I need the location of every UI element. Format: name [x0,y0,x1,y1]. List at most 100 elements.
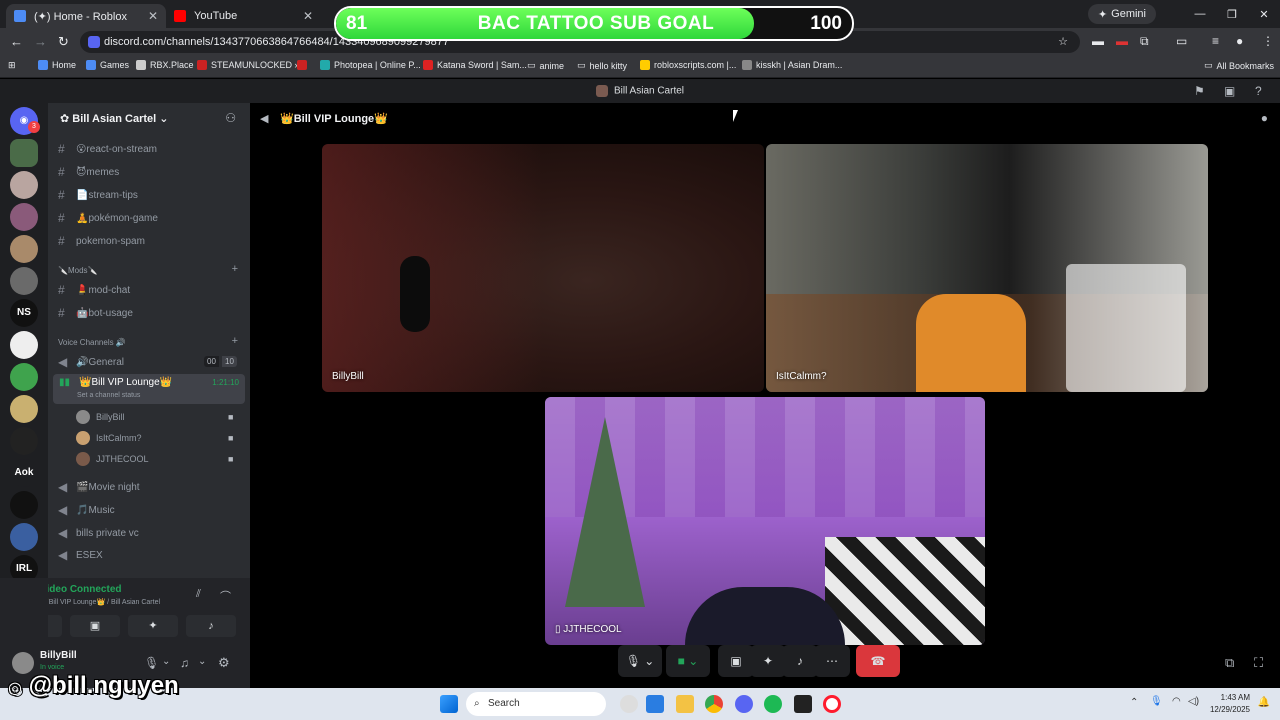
voice-channel[interactable]: ◀ ESEX [58,548,103,562]
server-icon[interactable] [10,395,38,423]
bookmark-folder[interactable]: ▭ hello kitty [577,60,627,71]
volume-icon[interactable]: ◁) [1188,696,1199,707]
voice-member[interactable]: IsItCalmm? ■ [76,431,233,445]
channel-status-text[interactable]: Set a channel status [77,392,140,399]
invite-icon[interactable]: ⚇ [225,111,236,125]
activities-button[interactable]: ✦ [750,645,786,677]
site-info-icon[interactable] [88,36,100,48]
server-icon[interactable] [10,139,38,167]
disconnect-icon[interactable]: ⌒ [220,588,231,604]
minimize-icon[interactable]: — [1184,8,1216,20]
popout-icon[interactable]: ⧉ [1225,655,1234,671]
server-icon[interactable] [10,267,38,295]
add-channel-icon[interactable]: + [232,263,238,275]
headphones-icon[interactable]: ♫ [180,656,189,670]
activities-button[interactable]: ✦ [128,615,178,637]
voice-channel-active[interactable]: ▮▮ 👑Bill VIP Lounge👑 1:21:10 Set a chann… [53,374,245,404]
channel-item[interactable]: # 😈memes [58,165,119,179]
all-bookmarks[interactable]: ▭ All Bookmarks [1204,60,1274,71]
spotify-icon[interactable] [764,695,782,713]
channel-item[interactable]: # pokemon-spam [58,234,145,248]
tab-youtube[interactable]: YouTube ✕ [166,4,321,28]
bookmark-item[interactable]: Photopea | Online P... [320,60,421,70]
add-channel-icon[interactable]: + [232,335,238,347]
media-icon[interactable]: ≡ [1212,34,1219,48]
tab-roblox[interactable]: (✦) Home - Roblox ✕ [6,4,166,28]
voice-channel-general[interactable]: ◀ 🔊General [58,355,124,369]
reload-icon[interactable]: ↻ [58,34,69,50]
microphone-icon[interactable]: 🎙 [1150,696,1163,707]
server-icon[interactable] [10,491,38,519]
chevron-up-icon[interactable]: ⌃ [1130,697,1138,708]
system-clock[interactable]: 1:43 AM 12/29/2025 [1210,692,1250,716]
bookmark-item[interactable]: Games [86,60,129,70]
video-tile[interactable]: BillyBill [322,144,764,392]
menu-icon[interactable]: ⋮ [1262,34,1274,48]
taskbar-search[interactable]: ⌕ Search [466,692,606,716]
avatar[interactable] [12,652,34,674]
screen-share-button[interactable]: ▣ [718,645,754,677]
channel-item[interactable]: # 🤖bot-usage [58,306,133,320]
bookmark-star-icon[interactable]: ☆ [1058,31,1068,53]
discord-icon[interactable] [735,695,753,713]
video-tile[interactable]: ▯ JJTHECOOL [545,397,985,645]
inbox-icon[interactable]: ▣ [1224,84,1235,98]
back-icon[interactable]: ← [10,34,23,49]
bookmark-item[interactable]: Home [38,60,76,70]
chevron-down-icon[interactable]: ⌄ [162,656,170,667]
notification-bell-icon[interactable]: 🔔 [1258,697,1270,708]
noise-suppression-icon[interactable]: ⫽ [196,588,201,601]
extension-icon[interactable]: ▬ [1092,34,1104,48]
more-button[interactable]: ⋯ [814,645,850,677]
bookmark-item[interactable]: Katana Sword | Sam... [423,60,527,70]
server-name-header[interactable]: ✿ Bill Asian Cartel ⌄ [60,112,169,125]
chat-icon[interactable]: ● [1261,111,1268,125]
voice-member[interactable]: BillyBill ■ [76,410,233,424]
opera-icon[interactable] [823,695,841,713]
server-icon[interactable] [10,203,38,231]
bookmark-item[interactable]: kisskh | Asian Dram... [742,60,842,70]
voice-member[interactable]: JJTHECOOL ■ [76,452,233,466]
mute-button[interactable]: 🎙 ⌄ [618,645,662,677]
extension-icon[interactable]: ▬ [1116,34,1128,48]
channel-item[interactable]: # 📄stream-tips [58,188,138,202]
gemini-button[interactable]: ✦ Gemini [1087,4,1156,24]
bookmark-item[interactable]: robloxscripts.com |... [640,60,736,70]
server-icon[interactable]: Aok [10,459,38,487]
channel-item[interactable]: # 😮react-on-stream [58,142,157,156]
fullscreen-icon[interactable]: ⛶ [1254,655,1263,671]
bookmark-item[interactable]: STEAMUNLOCKED »... [197,60,307,70]
server-icon[interactable] [10,235,38,263]
wifi-icon[interactable]: ◠ [1172,696,1181,707]
leave-call-button[interactable]: ☎ [856,645,900,677]
screen-share-button[interactable]: ▣ [70,615,120,637]
forward-icon[interactable]: → [34,34,47,49]
puzzle-icon[interactable]: ⧉ [1140,34,1149,49]
server-icon[interactable]: NS [10,299,38,327]
server-icon[interactable] [10,171,38,199]
channel-item[interactable]: # 💄mod-chat [58,283,130,297]
windows-start-icon[interactable] [440,695,458,713]
soundboard-button[interactable]: ♪ [782,645,818,677]
file-explorer-icon[interactable] [676,695,694,713]
flag-icon[interactable]: ⚑ [1194,84,1205,98]
close-icon[interactable]: ✕ [303,9,313,23]
cast-icon[interactable]: ▭ [1176,34,1187,48]
voice-channel[interactable]: ◀ bills private vc [58,526,139,540]
category-mods[interactable]: 🔪Mods🔪 [58,266,97,275]
mouse-app-icon[interactable] [620,695,638,713]
voice-channel[interactable]: ◀ 🎬Movie night [58,480,140,494]
bookmark-item[interactable]: RBX.Place [136,60,194,70]
channel-item[interactable]: # 🧘pokémon-game [58,211,158,225]
server-icon[interactable] [10,427,38,455]
app-icon[interactable] [794,695,812,713]
store-icon[interactable] [646,695,664,713]
voice-channel[interactable]: ◀ 🎵Music [58,503,115,517]
video-tile[interactable]: IsItCalmm? [766,144,1208,392]
bookmark-folder[interactable]: ▭ anime [527,60,564,71]
bookmark-item[interactable] [297,60,311,70]
category-voice[interactable]: Voice Channels 🔊 [58,338,126,347]
settings-gear-icon[interactable]: ⚙ [218,655,230,671]
voice-location[interactable]: 👑Bill VIP Lounge👑 / Bill Asian Cartel [40,598,160,606]
camera-toggle-button[interactable]: ■ ⌄ [666,645,710,677]
